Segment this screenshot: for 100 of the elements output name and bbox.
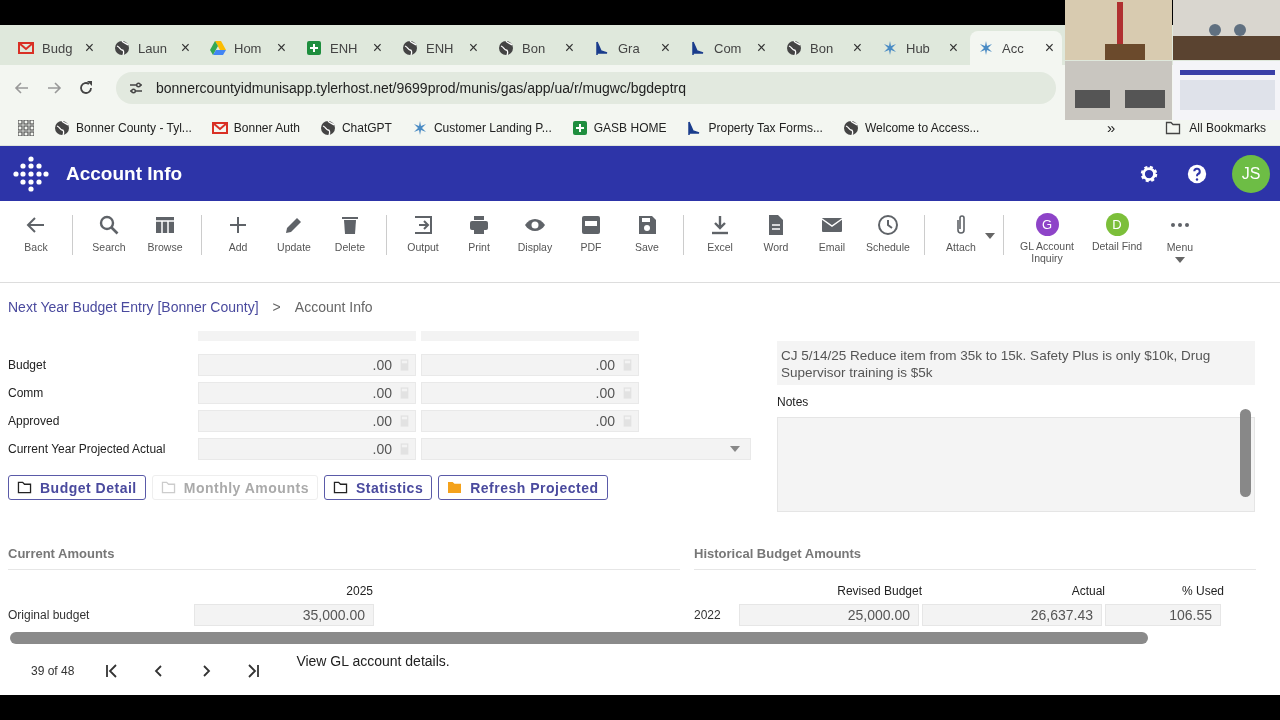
dots-logo-icon (12, 154, 50, 193)
toolbar-button[interactable]: Attach (933, 213, 989, 253)
notes-label: Notes (777, 395, 810, 409)
record-position: 39 of 48 (31, 664, 75, 678)
toolbar-button[interactable]: Email (804, 213, 860, 253)
globe-icon (54, 119, 70, 136)
toolbar-button[interactable]: Add (210, 213, 266, 253)
browser-tab[interactable]: Budg × (10, 31, 102, 65)
toolbar-button[interactable]: Menu (1152, 213, 1208, 263)
notes-field[interactable] (777, 417, 1255, 512)
search-icon (97, 213, 121, 237)
help-icon[interactable] (1186, 162, 1208, 185)
action-button[interactable]: Statistics (323, 475, 433, 500)
globe-icon (842, 119, 859, 136)
toolbar-button[interactable]: Output (395, 213, 451, 253)
globe-icon (402, 40, 418, 56)
clock-icon (876, 213, 900, 237)
toolbar-button[interactable]: Word (748, 213, 804, 253)
page-title: Account Info (66, 162, 184, 185)
mail-icon (211, 119, 228, 136)
folder-icon (160, 481, 176, 494)
column-header: % Used (1180, 583, 1224, 600)
amount-field[interactable]: .00 (421, 410, 639, 432)
action-button[interactable]: Refresh Projected (438, 475, 608, 500)
row-label: Original budget (8, 608, 91, 622)
bookmark[interactable]: Customer Landing P... (411, 119, 552, 136)
amount-field[interactable]: .00 (198, 438, 416, 460)
bookmark[interactable]: ChatGPT (319, 119, 392, 136)
field-label: Comm (8, 386, 45, 400)
amount-field[interactable]: 35,000.00 (194, 604, 374, 626)
toolbar-button[interactable]: Display (507, 213, 563, 253)
address-bar[interactable]: bonnercountyidmunisapp.tylerhost.net/9699prod/munis/gas/app/ua/r/mugwc/bgdeptrq (116, 71, 1056, 104)
scrollbar-thumb[interactable] (10, 632, 1148, 644)
bookmark[interactable]: Welcome to Access... (842, 119, 980, 136)
apps-grid-icon[interactable] (18, 119, 34, 136)
toolbar-button[interactable]: Excel (692, 213, 748, 253)
toolbar-button[interactable]: Back (8, 213, 64, 253)
column-header: Actual (1070, 583, 1105, 600)
more-dots-icon (1168, 222, 1192, 228)
dropdown-field[interactable] (421, 438, 751, 460)
caret-icon (1175, 257, 1185, 263)
toolbar-button[interactable]: PDF (563, 213, 619, 253)
printer-icon (467, 213, 491, 237)
browser-tab[interactable]: ENH × (394, 31, 486, 65)
toolbar-button[interactable]: Update (266, 213, 322, 253)
toolbar-button[interactable]: Save (619, 213, 675, 253)
field-label: Current Year Projected Actual (8, 442, 167, 456)
back-arrow-icon[interactable] (14, 79, 30, 96)
toolbar-button[interactable]: G GL Account Inquiry (1012, 213, 1082, 264)
toolbar-button[interactable]: Schedule (860, 213, 916, 253)
amount-field[interactable]: 25,000.00 (739, 604, 919, 626)
globe-icon (319, 119, 336, 136)
amount-field[interactable]: .00 (198, 382, 416, 404)
amount-field[interactable]: .00 (198, 354, 416, 376)
amount-field[interactable]: 106.55 (1105, 604, 1221, 626)
amount-field[interactable]: .00 (421, 382, 639, 404)
browser-tab[interactable]: Bon × (778, 31, 870, 65)
amount-field[interactable]: .00 (198, 410, 416, 432)
triangle-icon (210, 40, 226, 56)
toolbar-button[interactable]: Search (81, 213, 137, 253)
toolbar-button[interactable]: Print (451, 213, 507, 253)
scrollbar-thumb[interactable] (1240, 409, 1251, 497)
column-header: 2025 (345, 583, 373, 600)
breadcrumb-current: Account Info (294, 299, 373, 315)
action-button[interactable]: Budget Detail (8, 475, 146, 500)
globe-icon (786, 40, 802, 56)
browser-tab[interactable]: Acc × (970, 31, 1062, 65)
year-label: 2022 (694, 608, 722, 622)
bookmark[interactable]: Bonner County - Tyl... (54, 119, 192, 136)
bookmark[interactable]: Bonner Auth (211, 119, 300, 136)
browser-tab[interactable]: Gra × (586, 31, 678, 65)
mail-icon (18, 40, 34, 56)
breadcrumb-link[interactable]: Next Year Budget Entry [Bonner County] (8, 299, 259, 315)
section-title: Current Amounts (8, 546, 680, 570)
more-bookmarks[interactable]: » (1106, 119, 1116, 136)
globe-icon (498, 40, 514, 56)
reload-icon[interactable] (78, 79, 94, 96)
forward-arrow-icon[interactable] (46, 79, 62, 96)
bookmark[interactable]: Property Tax Forms... (686, 119, 823, 136)
toolbar-button[interactable]: Delete (322, 213, 378, 253)
browser-tab[interactable]: Laun × (106, 31, 198, 65)
browser-tab[interactable]: Hub × (874, 31, 966, 65)
browser-tab[interactable]: ENH × (298, 31, 390, 65)
caret-icon[interactable] (985, 233, 995, 239)
caret-icon (730, 446, 740, 452)
browser-tab[interactable]: Bon × (490, 31, 582, 65)
bookmark[interactable]: GASB HOME (571, 119, 667, 136)
toolbar-button[interactable]: Browse (137, 213, 193, 253)
amount-field[interactable]: 26,637.43 (922, 604, 1102, 626)
browser-tab[interactable]: Com × (682, 31, 774, 65)
field-label: Budget (8, 358, 48, 372)
status-message: View GL account details. (296, 653, 450, 669)
browser-tab[interactable]: Hom × (202, 31, 294, 65)
amount-field[interactable]: .00 (421, 354, 639, 376)
toolbar-button[interactable]: D Detail Find (1082, 213, 1152, 252)
comment-field[interactable]: CJ 5/14/25 Reduce item from 35k to 15k. Safety Plus is only $10k, Drug Supervisor training is $5k (777, 341, 1255, 385)
column-header: Revised Budget (836, 583, 922, 600)
folder-icon (447, 481, 463, 494)
last-page-icon (245, 663, 262, 679)
all-bookmarks[interactable]: All Bookmarks (1165, 119, 1280, 136)
